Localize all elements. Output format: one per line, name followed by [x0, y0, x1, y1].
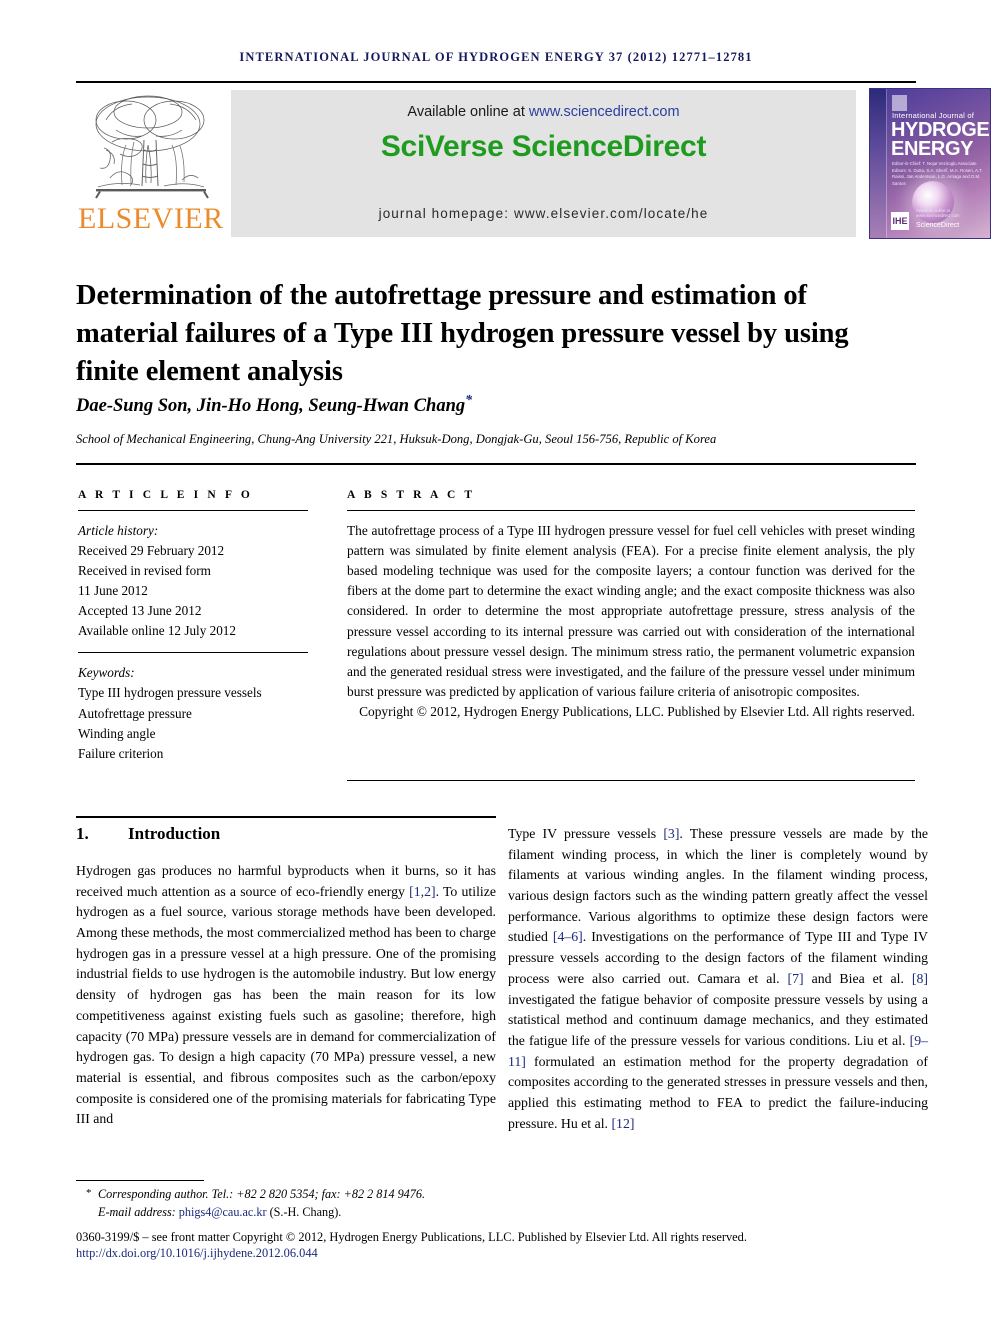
sciencedirect-banner: Available online at www.sciencedirect.co…: [231, 90, 856, 237]
article-history-item: 11 June 2012: [78, 583, 148, 599]
intro-text-d: . These pressure vessels are made by the…: [508, 826, 928, 945]
keyword-item: Type III hydrogen pressure vessels: [78, 685, 262, 701]
section-title: Introduction: [128, 824, 221, 843]
journal-homepage-line[interactable]: journal homepage: www.elsevier.com/locat…: [231, 206, 856, 221]
intro-text-c: Type IV pressure vessels: [508, 826, 664, 841]
citation-ref[interactable]: [7]: [788, 971, 804, 986]
abstract-copyright: Copyright © 2012, Hydrogen Energy Public…: [359, 703, 915, 719]
masthead: ELSEVIER Available online at www.science…: [76, 88, 991, 239]
author-names: Dae-Sung Son, Jin-Ho Hong, Seung-Hwan Ch…: [76, 396, 466, 417]
cover-sciencedirect-caption: Available online at www.sciencedirect.co…: [916, 208, 960, 218]
intro-text-g: investigated the fatigue behavior of com…: [508, 991, 928, 1048]
footnote-star: *: [86, 1187, 92, 1199]
doi-link[interactable]: http://dx.doi.org/10.1016/j.ijhydene.201…: [76, 1246, 926, 1261]
cover-spine: [870, 89, 887, 238]
abstract-column: A B S T R A C T The autofrettage process…: [347, 489, 915, 722]
email-note: E-mail address: phigs4@cau.ac.kr (S.-H. …: [98, 1204, 636, 1222]
corresponding-author-marker: *: [465, 393, 473, 408]
footnote-rule: [76, 1180, 204, 1181]
sciverse-sciencedirect-wordmark: SciVerse ScienceDirect: [380, 130, 707, 163]
page-title: Determination of the autofrettage pressu…: [76, 280, 849, 388]
sciencedirect-url-link[interactable]: www.sciencedirect.com: [529, 104, 680, 120]
email-label: E-mail address:: [98, 1204, 179, 1219]
article-info-label: A R T I C L E I N F O: [78, 489, 253, 501]
abstract-rule: [347, 510, 915, 511]
elsevier-tree-icon: [95, 95, 209, 199]
cover-sciencedirect-mark: ScienceDirect: [916, 222, 960, 229]
corresponding-author-note: Corresponding author. Tel.: +82 2 820 53…: [98, 1187, 426, 1201]
footnote-block: * Corresponding author. Tel.: +82 2 820 …: [76, 1186, 636, 1221]
citation-ref[interactable]: [8]: [912, 971, 928, 986]
citation-ref[interactable]: [4–6]: [553, 929, 583, 944]
intro-paragraph-right: Type IV pressure vessels [3]. These pres…: [508, 824, 928, 1134]
abstract-bottom-rule: [347, 780, 915, 781]
abstract-text: The autofrettage process of a Type III h…: [347, 523, 915, 699]
abstract-label: A B S T R A C T: [347, 489, 476, 501]
elsevier-logo: ELSEVIER: [78, 90, 223, 238]
section-heading-introduction: 1. Introduction: [76, 824, 496, 844]
issn-copyright-line: 0360-3199/$ – see front matter Copyright…: [76, 1230, 747, 1244]
keyword-item: Failure criterion: [78, 745, 164, 761]
author-list: Dae-Sung Son, Jin-Ho Hong, Seung-Hwan Ch…: [76, 393, 906, 417]
body-column-right: Type IV pressure vessels [3]. These pres…: [508, 824, 928, 1134]
cover-title-line-2: ENERGY: [891, 138, 974, 160]
citation-ref[interactable]: [12]: [611, 1116, 634, 1131]
affiliation: School of Mechanical Engineering, Chung-…: [76, 432, 717, 446]
keywords-label: Keywords:: [78, 665, 135, 681]
affiliation-rule: [76, 463, 916, 465]
body-top-rule: [76, 816, 496, 818]
keyword-item: Winding angle: [78, 725, 156, 741]
intro-text-f: and Biea et al.: [803, 970, 912, 986]
citation-ref[interactable]: [3]: [663, 826, 679, 841]
article-history-label: Article history:: [78, 523, 159, 538]
keywords-block: Keywords: Type III hydrogen pressure ves…: [78, 663, 308, 763]
article-history-block: Article history: Received 29 February 20…: [78, 521, 308, 641]
header-rule: [76, 81, 916, 83]
available-online-prefix: Available online at: [407, 104, 529, 120]
keyword-item: Autofrettage pressure: [78, 705, 192, 721]
article-history-item: Available online 12 July 2012: [78, 623, 236, 639]
email-link[interactable]: phigs4@cau.ac.kr: [179, 1205, 267, 1219]
running-head: International Journal of Hydrogen Energy…: [239, 50, 753, 64]
cover-ihe-logo: IHE: [891, 212, 909, 230]
article-history-item: Received in revised form: [78, 563, 211, 579]
citation-ref[interactable]: [1,2]: [409, 884, 435, 899]
body-column-left: 1. Introduction Hydrogen gas produces no …: [76, 824, 496, 1130]
section-number: 1.: [76, 824, 89, 843]
keywords-rule: [78, 652, 308, 654]
cover-elsevier-mark-icon: [892, 95, 907, 111]
article-info-rule: [78, 510, 308, 511]
intro-text-b: . To utilize hydrogen as a fuel source, …: [76, 883, 496, 1127]
email-suffix: (S.-H. Chang).: [266, 1204, 342, 1219]
elsevier-wordmark: ELSEVIER: [78, 202, 224, 235]
journal-cover-thumbnail: International Journal of HYDROGEN ENERGY…: [869, 88, 991, 239]
paper-page: International Journal of Hydrogen Energy…: [0, 0, 992, 1323]
intro-paragraph-left: Hydrogen gas produces no harmful byprodu…: [76, 861, 496, 1130]
intro-text-h: formulated an estimation method for the …: [508, 1053, 928, 1131]
available-online-line: Available online at www.sciencedirect.co…: [231, 104, 856, 120]
article-info-column: A R T I C L E I N F O Article history: R…: [78, 489, 308, 764]
article-history-item: Accepted 13 June 2012: [78, 603, 202, 619]
cover-title-line-1: HYDROGEN: [891, 119, 990, 141]
article-history-item: Received 29 February 2012: [78, 543, 225, 559]
